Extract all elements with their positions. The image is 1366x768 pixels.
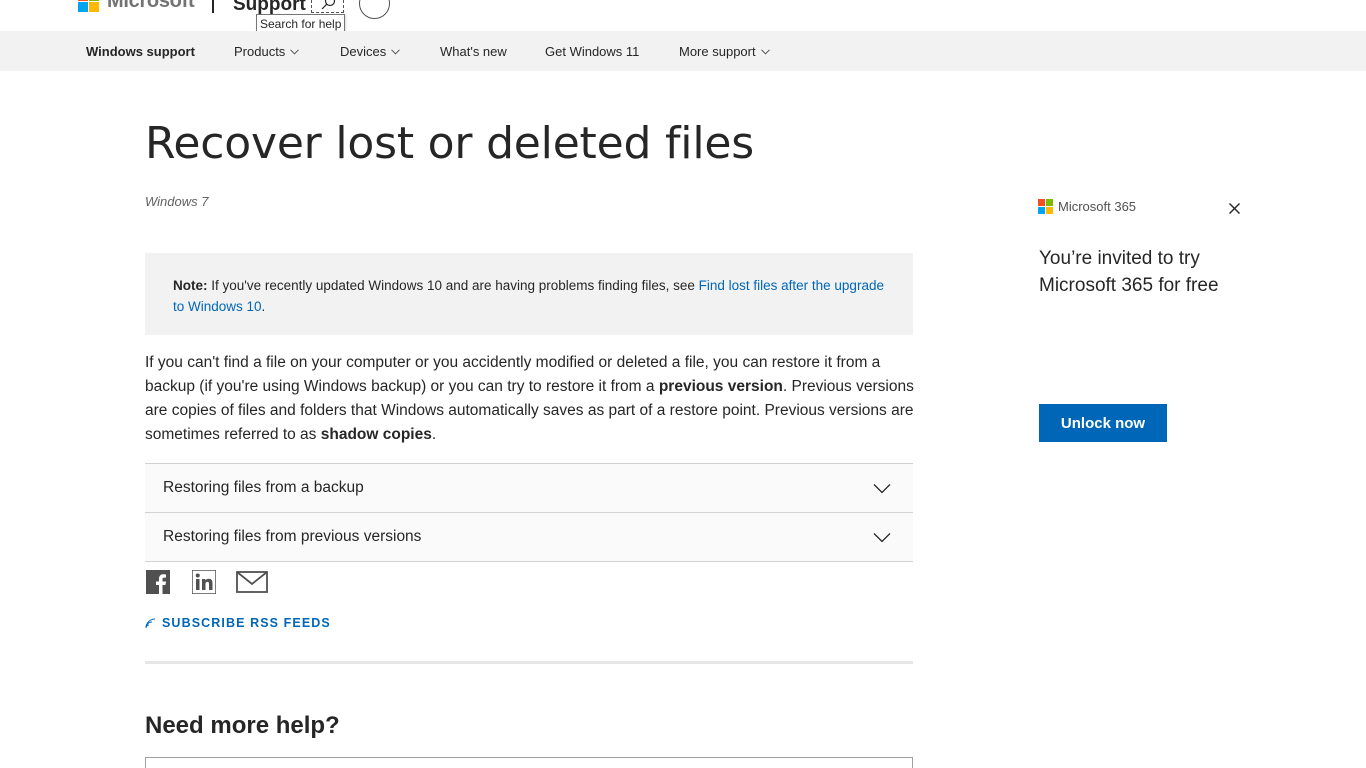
accordion-label: Restoring files from previous versions [163, 528, 422, 545]
accordion-divider [145, 561, 913, 562]
nav-more-support[interactable]: More support [679, 44, 770, 59]
nav-windows-support[interactable]: Windows support [86, 44, 195, 59]
unlock-now-button[interactable]: Unlock now [1039, 404, 1167, 442]
page-title: Recover lost or deleted files [145, 118, 754, 169]
nav-label: More support [679, 44, 756, 59]
nav-label: Get Windows 11 [545, 44, 640, 59]
section-divider [145, 661, 913, 664]
microsoft-365-brand: Microsoft 365 [1038, 199, 1136, 214]
applies-to: Windows 7 [145, 194, 209, 209]
subscribe-rss-link[interactable]: SUBSCRIBE RSS FEEDS [145, 616, 331, 630]
note-box: Note: If you've recently updated Windows… [145, 253, 913, 335]
close-icon[interactable] [1228, 202, 1241, 215]
note-label: Note: [173, 278, 208, 293]
nav-get-windows-11[interactable]: Get Windows 11 [545, 44, 639, 59]
note-text: If you've recently updated Windows 10 an… [207, 278, 699, 293]
header-divider [212, 0, 214, 13]
nav-products[interactable]: Products [234, 44, 300, 59]
microsoft-logo-icon [78, 0, 99, 12]
accordion-restore-previous[interactable]: Restoring files from previous versions [145, 512, 913, 561]
accordion-label: Restoring files from a backup [163, 479, 364, 496]
promo-text: You’re invited to try Microsoft 365 for … [1039, 248, 1219, 296]
nav-whats-new[interactable]: What's new [440, 44, 507, 59]
promo-brand-name: Microsoft 365 [1058, 199, 1137, 214]
rss-label: SUBSCRIBE RSS FEEDS [162, 616, 331, 630]
help-input-box[interactable] [145, 757, 913, 768]
accordion-restore-backup[interactable]: Restoring files from a backup [145, 463, 913, 512]
search-button[interactable] [311, 0, 344, 13]
chevron-down-icon [391, 48, 401, 55]
facebook-icon[interactable] [146, 570, 170, 594]
chevron-down-icon [873, 484, 891, 494]
chevron-down-icon [873, 533, 891, 543]
search-icon [321, 0, 335, 10]
nav-label: Products [234, 44, 286, 59]
nav-devices[interactable]: Devices [340, 44, 401, 59]
rss-icon [145, 618, 156, 628]
nav-label: Devices [340, 44, 387, 59]
nav-label: What's new [440, 44, 507, 59]
paragraph-bold: shadow copies [320, 426, 432, 443]
nav-label: Windows support [86, 44, 195, 59]
paragraph-text: . [431, 426, 437, 443]
note-end: . [261, 299, 266, 314]
chevron-down-icon [290, 48, 300, 55]
linkedin-icon[interactable] [192, 570, 216, 594]
email-icon[interactable] [236, 570, 268, 594]
microsoft-logo-icon [1038, 199, 1053, 214]
chevron-down-icon [760, 48, 770, 55]
need-more-help-heading: Need more help? [145, 712, 340, 739]
intro-paragraph: If you can't find a file on your compute… [145, 351, 915, 447]
top-header: Microsoft Support [0, 0, 1366, 31]
microsoft-logo[interactable]: Microsoft [78, 0, 195, 13]
support-nav: Windows support Products Devices What's … [0, 31, 1366, 71]
microsoft-wordmark: Microsoft [107, 0, 195, 12]
paragraph-bold: previous version [658, 378, 783, 395]
sign-in-avatar-icon[interactable] [359, 0, 390, 19]
